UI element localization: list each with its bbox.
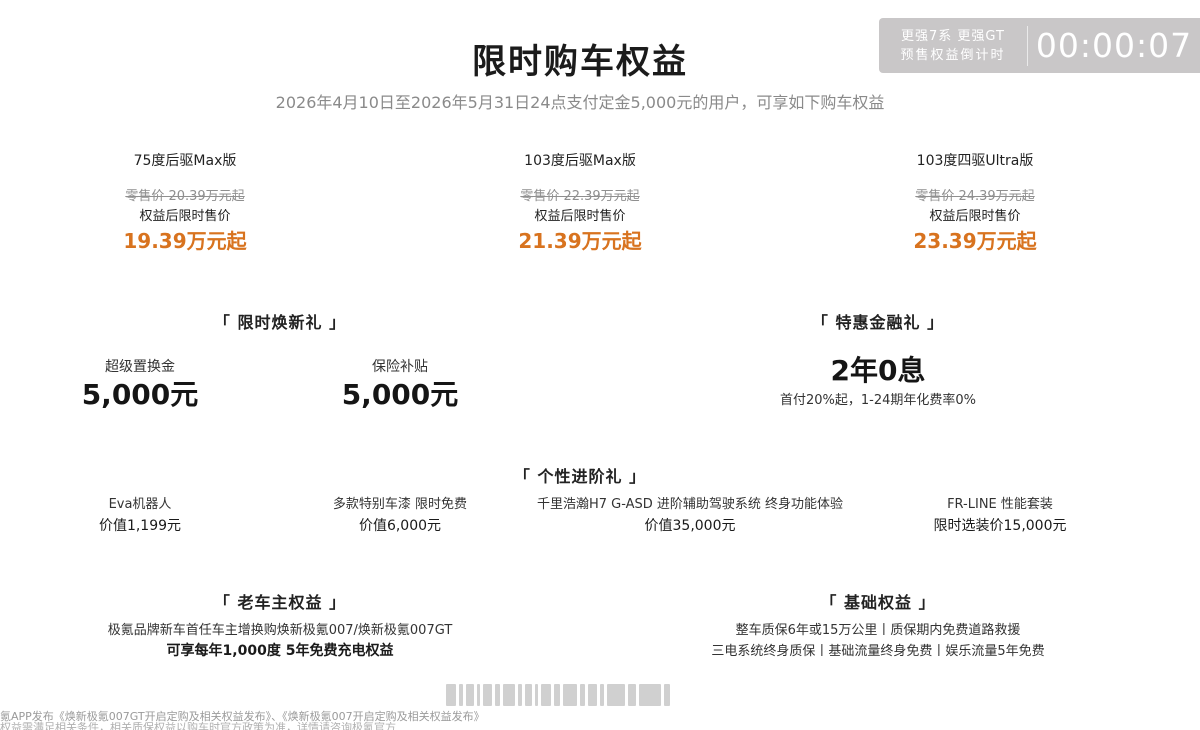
owner-line1: 极氪品牌新车首任车主增换购焕新极氪007/焕新极氪007GT [107,623,453,638]
blurred-overlay [446,684,726,706]
model-name: 75度后驱Max版 [133,153,237,169]
perk-label: FR-LINE 性能套装 [947,497,1053,512]
owner-line2: 可享每年1,000度 5年免费充电权益 [166,643,394,659]
benefit-label: 保险补贴 [372,359,428,375]
benefit-insurance-subsidy: 保险补贴 5,000元 [320,357,480,413]
section-title-trade-in: 「 限时焕新礼 」 [213,313,347,332]
section-title-basic: 「 基础权益 」 [820,593,936,612]
perk-value: 价值1,199元 [98,518,182,534]
basic-line2: 三电系统终身质保丨基础流量终身免费丨娱乐流量5年免费 [711,644,1045,659]
basic-line1: 整车质保6年或15万公里丨质保期内免费道路救援 [735,623,1021,638]
perk-fr-line-kit: FR-LINE 性能套装 限时选装价15,000元 [890,495,1110,537]
perk-label: 千里浩瀚H7 G-ASD 进阶辅助驾驶系统 终身功能体验 [536,497,844,512]
perk-eva-robot: Eva机器人 价值1,199元 [60,495,220,537]
page-title: 限时购车权益 [472,42,688,82]
section-title-owner: 「 老车主权益 」 [213,593,347,612]
benefit-finance: 2年0息 首付20%起，1-24期年化费率0% [728,351,1028,411]
page-subtitle: 2026年4月10日至2026年5月31日24点支付定金5,000元的用户，可享… [275,93,885,112]
perk-adas-system: 千里浩瀚H7 G-ASD 进阶辅助驾驶系统 终身功能体验 价值35,000元 [520,495,860,537]
benefit-value: 5,000元 [341,378,459,411]
benefit-label: 超级置换金 [105,359,175,375]
after-benefit-label: 权益后限时售价 [929,209,1021,224]
after-benefit-label: 权益后限时售价 [139,209,231,224]
benefit-value: 5,000元 [81,378,199,411]
sale-price: 19.39万元起 [123,229,247,253]
perk-special-paint: 多款特别车漆 限时免费 价值6,000元 [300,495,500,537]
footnote-line2: 权益需满足相关条件，相关质保权益以购车时官方政策为准，详情请咨询极氪官方 [0,722,396,730]
price-card-103-rwd-max: 103度后驱Max版 零售价 22.39万元起 权益后限时售价 21.39万元起 [480,150,680,254]
finance-note: 首付20%起，1-24期年化费率0% [779,393,977,408]
msrp-price: 零售价 22.39万元起 [520,189,640,204]
page: 更强7系 更强GT 预售权益倒计时 00:00:07 限时购车权益 2026年4… [0,0,1200,730]
benefit-trade-in-bonus: 超级置换金 5,000元 [60,357,220,413]
model-name: 103度四驱Ultra版 [916,153,1034,169]
perk-value: 价值6,000元 [358,518,442,534]
sale-price: 23.39万元起 [913,229,1037,253]
section-title-upgrade: 「 个性进阶礼 」 [513,467,647,486]
price-card-103-awd-ultra: 103度四驱Ultra版 零售价 24.39万元起 权益后限时售价 23.39万… [875,150,1075,254]
model-name: 103度后驱Max版 [524,153,636,169]
after-benefit-label: 权益后限时售价 [534,209,626,224]
owner-benefit-text: 极氪品牌新车首任车主增换购焕新极氪007/焕新极氪007GT 可享每年1,000… [40,620,520,662]
section-title-finance: 「 特惠金融礼 」 [811,313,945,332]
sale-price: 21.39万元起 [518,229,642,253]
basic-benefit-text: 整车质保6年或15万公里丨质保期内免费道路救援 三电系统终身质保丨基础流量终身免… [658,620,1098,662]
msrp-price: 零售价 24.39万元起 [915,189,1035,204]
perk-label: 多款特别车漆 限时免费 [332,497,468,512]
perk-label: Eva机器人 [108,497,172,512]
price-card-75-rwd-max: 75度后驱Max版 零售价 20.39万元起 权益后限时售价 19.39万元起 [85,150,285,254]
perk-value: 价值35,000元 [644,518,736,534]
finance-value: 2年0息 [830,354,926,387]
perk-value: 限时选装价15,000元 [933,518,1067,534]
msrp-price: 零售价 20.39万元起 [125,189,245,204]
